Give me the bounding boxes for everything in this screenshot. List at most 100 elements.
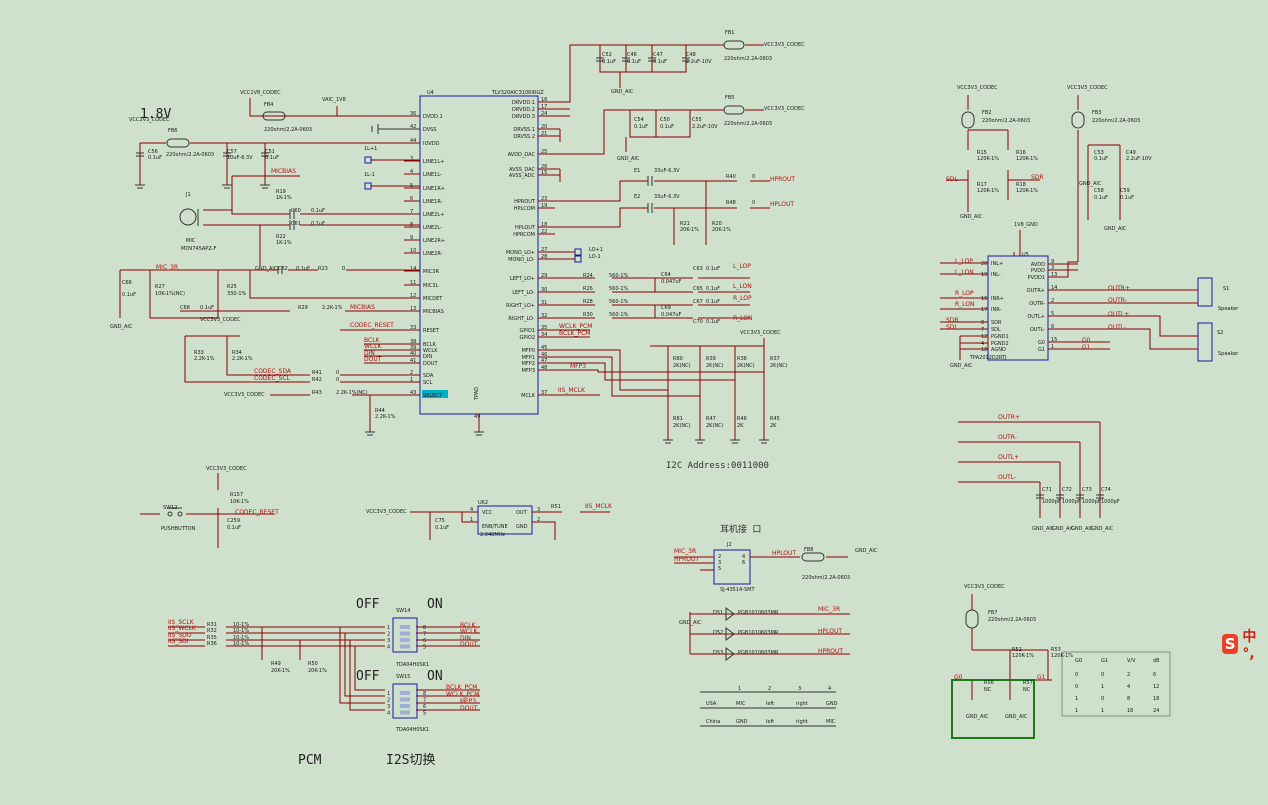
u4-pin-name: MFP2 <box>522 361 535 367</box>
u5-pin-number: 20 <box>981 261 987 267</box>
dip-pin-number: 1 <box>387 625 390 631</box>
jack-table-cell: right <box>796 701 808 707</box>
component-label: 0.1uF <box>1120 195 1134 201</box>
dip-switch-lever[interactable] <box>400 638 410 642</box>
speaker-s2[interactable] <box>1197 322 1213 362</box>
sogou-icon[interactable]: S <box>1222 634 1239 654</box>
u4-part: TLV320AIC3106IRGZ <box>491 90 544 96</box>
gain-table-cell: 6 <box>1153 672 1156 678</box>
u4-pin-name: MFP0 <box>522 348 535 354</box>
component-label: R48 <box>726 200 736 206</box>
component-label: C71 <box>1042 487 1052 493</box>
component-label: 0.1uF <box>706 266 720 272</box>
component-label: SW14 <box>396 608 410 614</box>
component-label: 2.2K-1% <box>194 356 215 362</box>
u4-pin-name: HPROUT <box>514 199 536 205</box>
u4-pin-name: MFP3 <box>522 368 535 374</box>
net-label: G1 <box>1037 674 1046 681</box>
dip-switch-lever[interactable] <box>400 691 410 695</box>
net-label: MIC_3R <box>674 548 696 555</box>
u4-pin-name: LINE1R+ <box>423 186 445 192</box>
dip-switch-lever[interactable] <box>400 704 410 708</box>
component-label: 220ohm/2.2A-0603 <box>166 152 214 158</box>
component-label: C67 <box>693 299 703 305</box>
component-label: C61 <box>291 221 301 227</box>
component-label: R30 <box>583 312 593 318</box>
jack-table-cell: GND <box>826 701 838 707</box>
net-label: GND_AIC <box>960 214 983 220</box>
component-label: 560-1% <box>609 299 629 305</box>
component-label: 2K <box>737 423 744 429</box>
u5-pin-name: PVDD <box>1031 268 1045 274</box>
u5-pin-number: 16 <box>981 296 987 302</box>
dip-switch-lever[interactable] <box>400 710 410 715</box>
speaker-s1[interactable] <box>1197 277 1213 307</box>
component-label: FB7 <box>988 610 998 616</box>
component-label: 120K-1% <box>1016 188 1038 194</box>
u4-pin-name: IOVDD <box>423 141 440 147</box>
component-label: 0.1uF <box>627 59 641 65</box>
net-label: MICBIAS <box>271 168 296 175</box>
jack-table-cell: left <box>766 701 774 707</box>
gain-table-cell: 0 <box>1101 696 1104 702</box>
component-label: 1L-1 <box>364 172 375 178</box>
component-label: D51 <box>713 610 723 616</box>
component-label: R57 <box>1023 680 1033 686</box>
u4-pin-number: 22 <box>541 229 547 235</box>
dip-switch-lever[interactable] <box>400 625 410 629</box>
net-label: OUTR- <box>998 434 1017 441</box>
dip-switch-lever[interactable] <box>400 697 410 702</box>
ime-mode[interactable]: 中 °, <box>1242 626 1268 662</box>
component-label: 220ohm/2.2A-0603 <box>988 617 1036 623</box>
dip-switch-lever[interactable] <box>400 631 410 636</box>
gain-table-cell: 4 <box>1127 684 1130 690</box>
net-label: 1V8_GND <box>1014 222 1038 228</box>
component-label: C69 <box>661 305 671 311</box>
jack-table-cell: China <box>706 719 720 725</box>
u4-pin-name: RIGHT_LO+ <box>506 303 535 309</box>
net-label: MFP3 <box>570 363 586 370</box>
component-label: 20K-1% <box>271 668 290 674</box>
component-label: 0.1uF <box>435 525 449 531</box>
component-label: 0.1uF <box>200 305 214 311</box>
component-label: 220ohm/2.2A-0603 <box>724 56 772 62</box>
net-label: VCC3V3_CODEC <box>1067 85 1108 91</box>
dip-pin-number: 5 <box>423 711 426 717</box>
dip-pin-number: 6 <box>423 638 426 644</box>
jack-table-cell: 1 <box>738 686 741 692</box>
net-label: HPROUT <box>674 556 699 563</box>
net-label: SDL <box>946 324 958 331</box>
component-label: 0 <box>752 174 755 180</box>
u4-pin-name: MIC3R <box>423 269 439 275</box>
component-label: PUSHBUTTON <box>161 526 196 532</box>
gain-table-cell: 18 <box>1153 696 1159 702</box>
component-label: 120K-1% <box>977 156 999 162</box>
u5-pin-name: AGND <box>991 347 1006 353</box>
net-label: OUTL+ <box>1108 311 1129 318</box>
component-label: R32 <box>207 628 217 634</box>
component-label: SW15 <box>396 674 410 680</box>
fb3-ferrite <box>1071 111 1085 129</box>
jack-table-cell: GND <box>736 719 748 725</box>
u5-left-pins: 20 INL+19 INL-16 INR+17 INR-8 SDR7 SDL12 PGND14… <box>981 261 1009 353</box>
u5-pin-number: 19 <box>981 272 987 278</box>
component-label: 33uF-6.3V <box>654 168 680 174</box>
u4-pin-number: 14 <box>410 266 416 272</box>
dip-switch-lever[interactable] <box>400 644 410 649</box>
component-label: 1000pF <box>1042 499 1061 505</box>
net-label: VCC3V3_CODEC <box>964 584 1005 590</box>
component-label: FB5 <box>725 95 735 101</box>
dip-pin-number: 2 <box>387 632 390 638</box>
ime-toolbar[interactable]: S 中 °, <box>1222 629 1268 662</box>
net-label: OUTL+ <box>998 454 1019 461</box>
u5-right-pins: 9AVDD 3PVDD13PVDD114OUTR+2OUTR-5OUTL+6OUT… <box>1027 259 1058 353</box>
component-label: NC <box>1023 687 1031 693</box>
net-label: SDR <box>946 317 959 324</box>
component-label: 1000pF <box>1101 499 1120 505</box>
u4-pin-number: 19 <box>541 203 547 209</box>
dip-pin-number: 8 <box>423 691 426 697</box>
component-label: TDA04H0SK1 <box>395 727 429 733</box>
component-label: 2K(NC) <box>706 363 724 369</box>
net-label: VAIC_1V8 <box>322 97 346 103</box>
u5-pin-name: OUTL+ <box>1027 314 1045 320</box>
